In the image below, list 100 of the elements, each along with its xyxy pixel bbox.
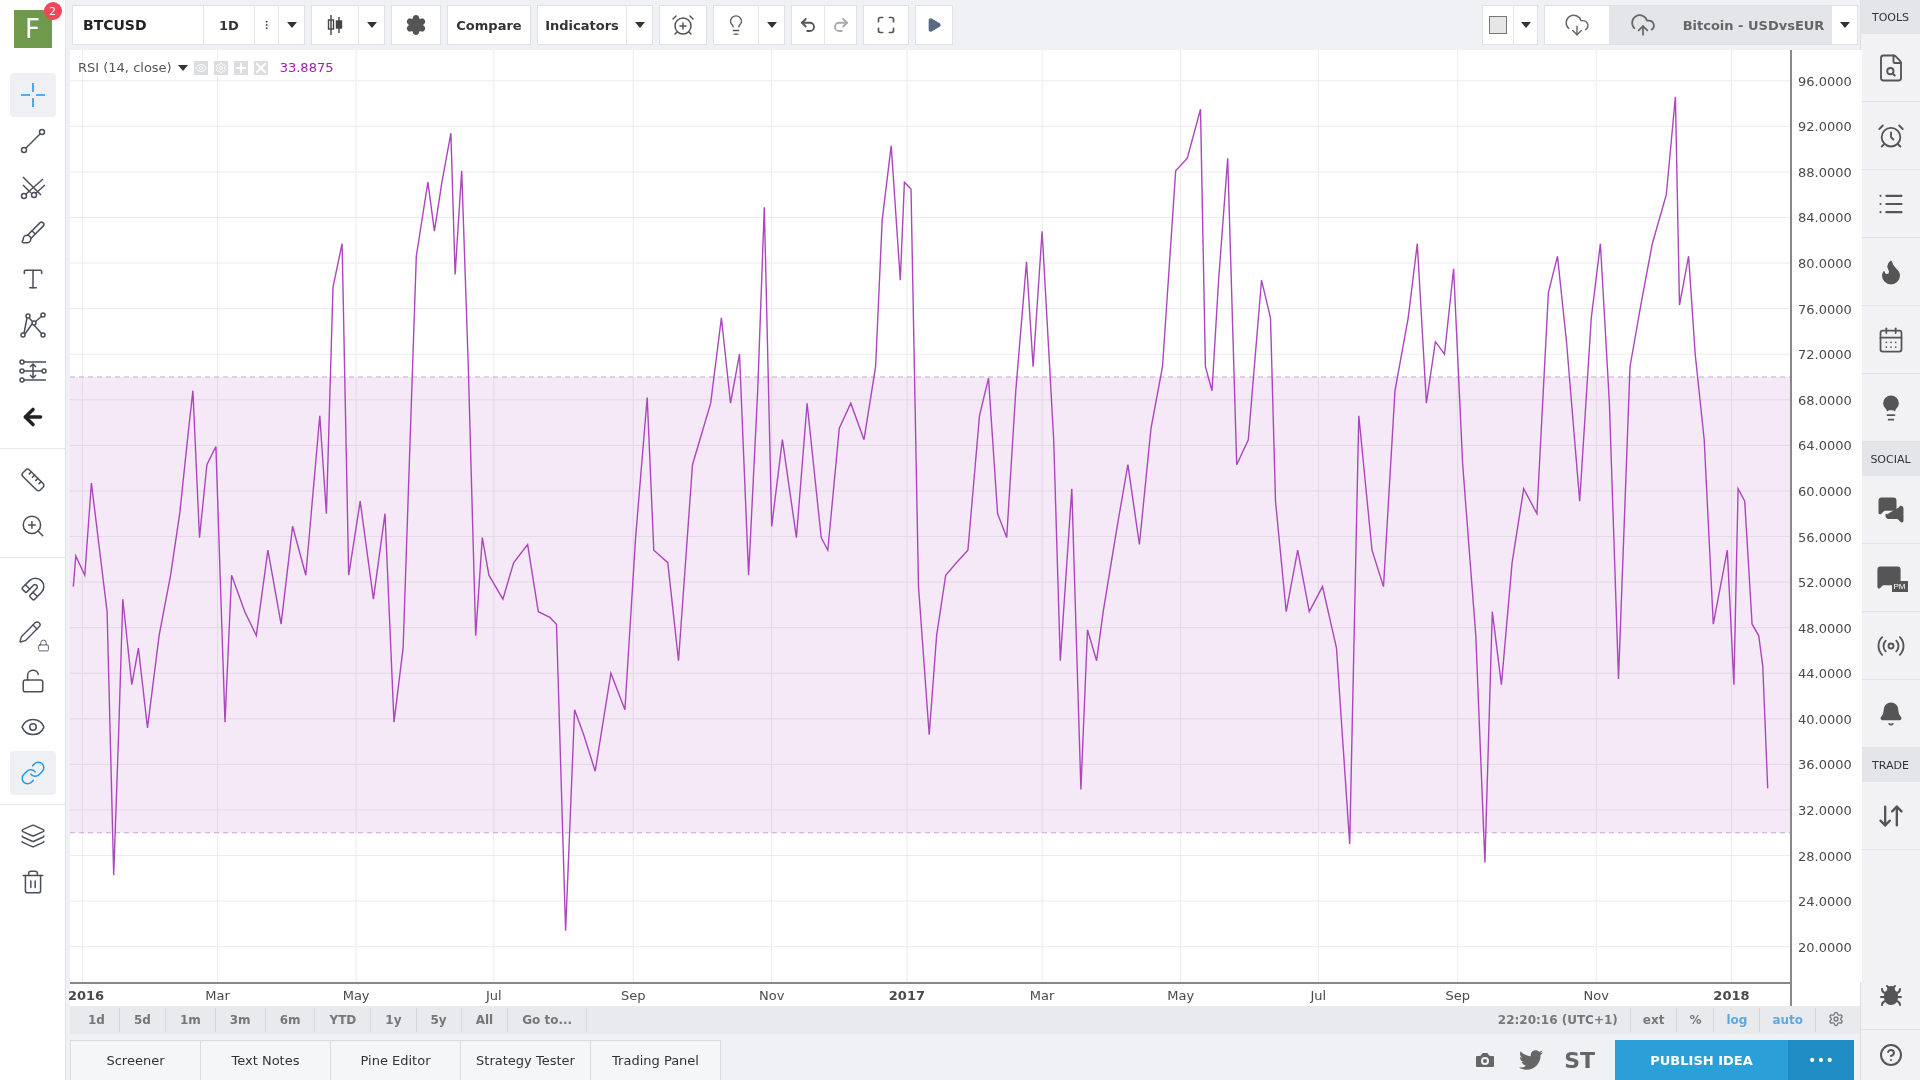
price-axis-label: 64.0000	[1798, 437, 1852, 453]
price-axis-label: 92.0000	[1798, 118, 1852, 134]
brush-icon	[19, 220, 46, 246]
link-icon	[19, 760, 46, 786]
price-axis-label: 56.0000	[1798, 529, 1852, 544]
range-button[interactable]: 3m	[215, 1008, 266, 1032]
time-axis-label: Nov	[759, 988, 785, 1003]
price-axis-label: 76.0000	[1798, 301, 1852, 317]
redo-icon	[831, 16, 850, 34]
price-axis-label: 88.0000	[1798, 164, 1852, 180]
more-button[interactable]: • • •	[1788, 1040, 1854, 1080]
section-header: TRADE	[1861, 748, 1920, 782]
time-axis-label: Sep	[1445, 988, 1470, 1003]
clock-text: 22:20:16 (UTC+1)	[1497, 1013, 1618, 1027]
caret-icon	[286, 22, 297, 28]
time-axis-label: Jul	[485, 988, 502, 1003]
layout-name-button[interactable]: Bitcoin - USDvsEUR	[1675, 6, 1831, 44]
range-button[interactable]: Go to...	[508, 1008, 588, 1032]
panel-tab[interactable]: Screener	[70, 1040, 201, 1080]
time-axis-label: 2018	[1713, 988, 1750, 1003]
price-axis-label: 96.0000	[1798, 73, 1852, 89]
save-button[interactable]	[1609, 6, 1675, 44]
help-icon	[1878, 1043, 1903, 1067]
price-axis-label: 48.0000	[1798, 620, 1852, 636]
bug-icon	[1878, 983, 1903, 1008]
square-icon	[1489, 16, 1507, 34]
symbol-field[interactable]: BTCUSD	[73, 6, 204, 44]
candlestick-icon	[326, 14, 344, 36]
trend-line-icon	[18, 127, 47, 155]
pattern-icon	[18, 311, 47, 339]
compare-button[interactable]: Compare	[448, 6, 530, 44]
price-axis-label: 36.0000	[1798, 756, 1852, 772]
range-button[interactable]: 1m	[165, 1008, 216, 1032]
caret-icon	[1520, 22, 1531, 28]
caret-icon	[366, 22, 377, 28]
indicator-title[interactable]: RSI (14, close)	[78, 60, 172, 75]
price-axis-label: 80.0000	[1798, 255, 1852, 271]
price-axis-label: 24.0000	[1798, 893, 1852, 909]
price-axis-label: 44.0000	[1798, 665, 1852, 681]
pitchfork-icon	[18, 173, 47, 201]
cloud-upload-icon	[1629, 12, 1656, 38]
indicator-value: 33.8875	[279, 60, 334, 75]
caret-icon	[766, 22, 777, 28]
fullscreen-icon	[876, 15, 896, 35]
caret-icon	[634, 22, 645, 28]
price-axis-label: 32.0000	[1798, 802, 1852, 818]
levels-icon	[17, 357, 48, 385]
range-button[interactable]: 6m	[265, 1008, 316, 1032]
scale-toggle[interactable]: ext	[1629, 1008, 1677, 1032]
bird-icon	[1519, 1048, 1544, 1072]
price-axis-label: 52.0000	[1798, 574, 1852, 590]
section-header: TOOLS	[1861, 0, 1920, 34]
trash-icon	[19, 869, 46, 895]
scale-toggle[interactable]: log	[1713, 1008, 1760, 1032]
range-button[interactable]: 1y	[371, 1008, 417, 1032]
panel-tab[interactable]: Trading Panel	[590, 1040, 721, 1080]
range-button[interactable]: All	[461, 1008, 509, 1032]
range-button[interactable]: YTD	[315, 1008, 372, 1032]
panel-tab[interactable]: Text Notes	[200, 1040, 331, 1080]
pencil-lock-icon	[17, 620, 48, 650]
layers-icon	[19, 823, 46, 849]
time-axis-label: Mar	[205, 988, 230, 1003]
panel-tab[interactable]: Strategy Tester	[460, 1040, 591, 1080]
undo-icon	[799, 16, 817, 34]
time-axis-label: May	[342, 988, 370, 1003]
ruler-icon	[19, 467, 46, 493]
price-axis-label: 60.0000	[1798, 483, 1852, 499]
range-button[interactable]: 5y	[416, 1008, 462, 1032]
interval-button[interactable]: 1D	[204, 6, 254, 44]
price-axis-label: 20.0000	[1798, 939, 1852, 955]
time-axis-label: 2017	[888, 988, 925, 1003]
cloud-download-icon	[1564, 12, 1590, 38]
section-header: SOCIAL	[1861, 442, 1920, 476]
chat-icon	[1876, 495, 1905, 524]
time-axis-label: Sep	[620, 988, 646, 1003]
crosshair-icon	[18, 81, 47, 109]
time-axis-label: 2016	[67, 988, 105, 1003]
price-axis-label: 40.0000	[1798, 711, 1852, 727]
time-axis-label: May	[1167, 988, 1195, 1003]
notification-badge: 2	[43, 2, 62, 20]
scale-toggle[interactable]: auto	[1759, 1008, 1815, 1032]
price-axis-label: 84.0000	[1798, 210, 1852, 225]
time-axis-label: Jul	[1310, 988, 1327, 1003]
stocktwits-button[interactable]: ST	[1554, 1040, 1605, 1080]
caret-icon	[177, 64, 188, 71]
play-icon	[926, 17, 942, 33]
time-axis-label: Mar	[1029, 988, 1055, 1003]
scale-toggle[interactable]: %	[1676, 1008, 1714, 1032]
lock-open-icon	[19, 668, 46, 694]
time-axis-label: Nov	[1583, 988, 1609, 1003]
caret-icon	[1839, 22, 1850, 28]
range-button[interactable]: 1d	[74, 1008, 120, 1032]
range-button[interactable]: 5d	[119, 1008, 166, 1032]
price-axis-label: 72.0000	[1798, 346, 1852, 362]
price-axis-label: 68.0000	[1798, 392, 1852, 408]
publish-idea-button[interactable]: PUBLISH IDEA	[1615, 1040, 1788, 1080]
magnet-icon	[19, 576, 46, 602]
alarm-plus-icon	[671, 13, 695, 37]
panel-tab[interactable]: Pine Editor	[330, 1040, 461, 1080]
price-axis-label: 28.0000	[1798, 848, 1852, 863]
